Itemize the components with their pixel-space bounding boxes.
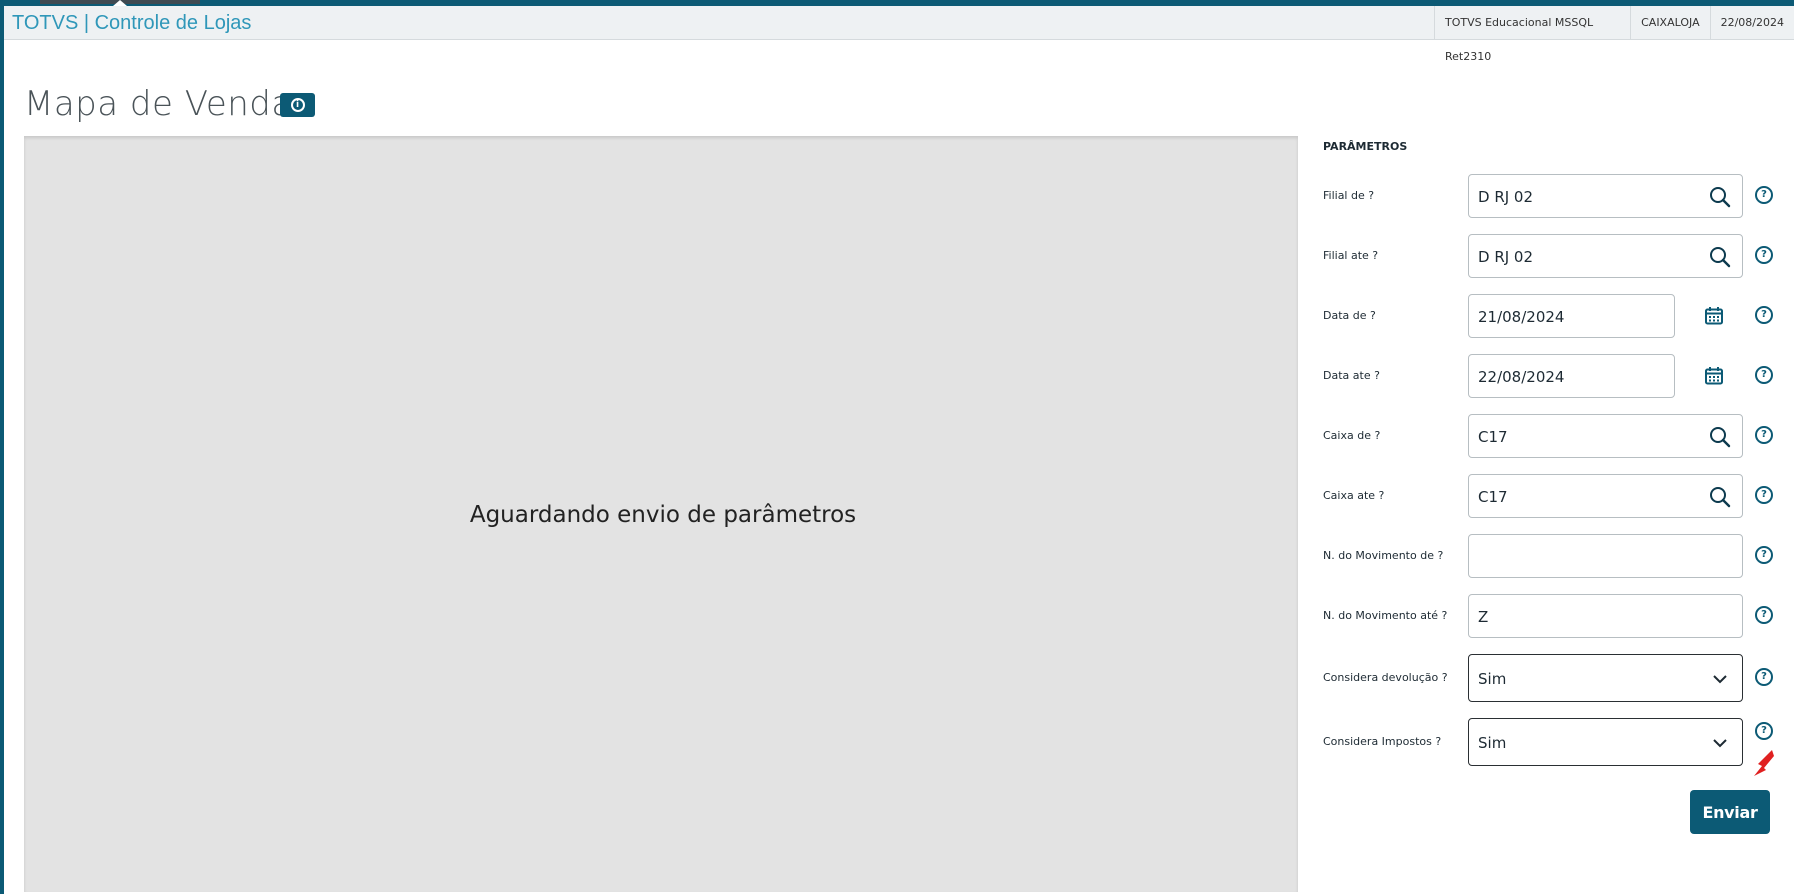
param-label: Data de ? — [1323, 309, 1376, 322]
search-icon[interactable] — [1709, 486, 1731, 508]
help-icon[interactable]: ? — [1755, 426, 1773, 444]
help-icon[interactable]: ? — [1755, 722, 1773, 740]
annotation-arrow-icon — [1752, 748, 1776, 783]
help-icon[interactable]: ? — [1755, 246, 1773, 264]
field-value: 21/08/2024 — [1478, 308, 1565, 326]
info-button[interactable]: i — [280, 93, 315, 117]
page-title: Mapa de Vendas — [24, 84, 311, 124]
field-value: Z — [1478, 608, 1489, 626]
search-icon[interactable] — [1709, 246, 1731, 268]
caixa-ate-input[interactable]: C17 — [1468, 474, 1743, 518]
environment-label: TOTVS Educacional MSSQL Ret2310 — [1434, 6, 1630, 63]
field-value: D RJ 02 — [1478, 248, 1534, 266]
field-value: 22/08/2024 — [1478, 368, 1565, 386]
param-label: Caixa ate ? — [1323, 489, 1385, 502]
app-title[interactable]: TOTVS | Controle de Lojas — [12, 12, 251, 35]
param-row-filial-ate: Filial ate ? D RJ 02 ? — [1323, 234, 1783, 278]
help-icon[interactable]: ? — [1755, 486, 1773, 504]
report-preview-panel: Aguardando envio de parâmetros — [24, 136, 1298, 892]
user-label: CAIXALOJA — [1630, 6, 1709, 40]
param-row-considera-impostos: Considera Impostos ? Sim ? — [1323, 718, 1783, 766]
param-row-movimento-de: N. do Movimento de ? ? — [1323, 534, 1783, 578]
filial-de-input[interactable]: D RJ 02 — [1468, 174, 1743, 218]
considera-impostos-select[interactable]: Sim — [1468, 718, 1743, 766]
help-icon[interactable]: ? — [1755, 366, 1773, 384]
param-row-caixa-de: Caixa de ? C17 ? — [1323, 414, 1783, 458]
help-icon[interactable]: ? — [1755, 668, 1773, 686]
field-value: Sim — [1478, 734, 1507, 752]
param-row-movimento-ate: N. do Movimento até ? Z ? — [1323, 594, 1783, 638]
caixa-de-input[interactable]: C17 — [1468, 414, 1743, 458]
param-row-data-ate: Data ate ? 22/08/2024 ? — [1323, 354, 1783, 398]
calendar-icon[interactable] — [1703, 305, 1725, 327]
param-label: Data ate ? — [1323, 369, 1380, 382]
enviar-button[interactable]: Enviar — [1690, 790, 1770, 834]
considera-devolucao-select[interactable]: Sim — [1468, 654, 1743, 702]
param-label: Considera Impostos ? — [1323, 735, 1442, 748]
param-label: N. do Movimento de ? — [1323, 549, 1444, 562]
search-icon[interactable] — [1709, 186, 1731, 208]
date-label: 22/08/2024 — [1709, 6, 1794, 40]
parameters-title: PARÂMETROS — [1323, 140, 1408, 153]
search-icon[interactable] — [1709, 426, 1731, 448]
param-label: Filial de ? — [1323, 189, 1375, 202]
help-icon[interactable]: ? — [1755, 606, 1773, 624]
header-info: TOTVS Educacional MSSQL Ret2310 CAIXALOJ… — [1434, 6, 1794, 63]
data-ate-input[interactable]: 22/08/2024 — [1468, 354, 1675, 398]
left-accent-bar — [0, 6, 4, 894]
waiting-message: Aguardando envio de parâmetros — [469, 502, 857, 528]
chevron-down-icon — [1711, 734, 1729, 752]
param-label: Filial ate ? — [1323, 249, 1379, 262]
param-row-caixa-ate: Caixa ate ? C17 ? — [1323, 474, 1783, 518]
filial-ate-input[interactable]: D RJ 02 — [1468, 234, 1743, 278]
param-row-data-de: Data de ? 21/08/2024 ? — [1323, 294, 1783, 338]
param-label: Considera devolução ? — [1323, 671, 1448, 684]
param-row-considera-devolucao: Considera devolução ? Sim ? — [1323, 654, 1783, 702]
param-row-filial-de: Filial de ? D RJ 02 ? — [1323, 174, 1783, 218]
data-de-input[interactable]: 21/08/2024 — [1468, 294, 1675, 338]
app-header: TOTVS | Controle de Lojas TOTVS Educacio… — [4, 6, 1794, 63]
help-icon[interactable]: ? — [1755, 186, 1773, 204]
info-icon: i — [290, 98, 305, 112]
movimento-de-input[interactable] — [1468, 534, 1743, 578]
param-label: N. do Movimento até ? — [1323, 609, 1448, 622]
help-icon[interactable]: ? — [1755, 546, 1773, 564]
calendar-icon[interactable] — [1703, 365, 1725, 387]
movimento-ate-input[interactable]: Z — [1468, 594, 1743, 638]
field-value: Sim — [1478, 670, 1507, 688]
param-label: Caixa de ? — [1323, 429, 1381, 442]
field-value: D RJ 02 — [1478, 188, 1534, 206]
field-value: C17 — [1478, 488, 1508, 506]
help-icon[interactable]: ? — [1755, 306, 1773, 324]
chevron-down-icon — [1711, 670, 1729, 688]
field-value: C17 — [1478, 428, 1508, 446]
